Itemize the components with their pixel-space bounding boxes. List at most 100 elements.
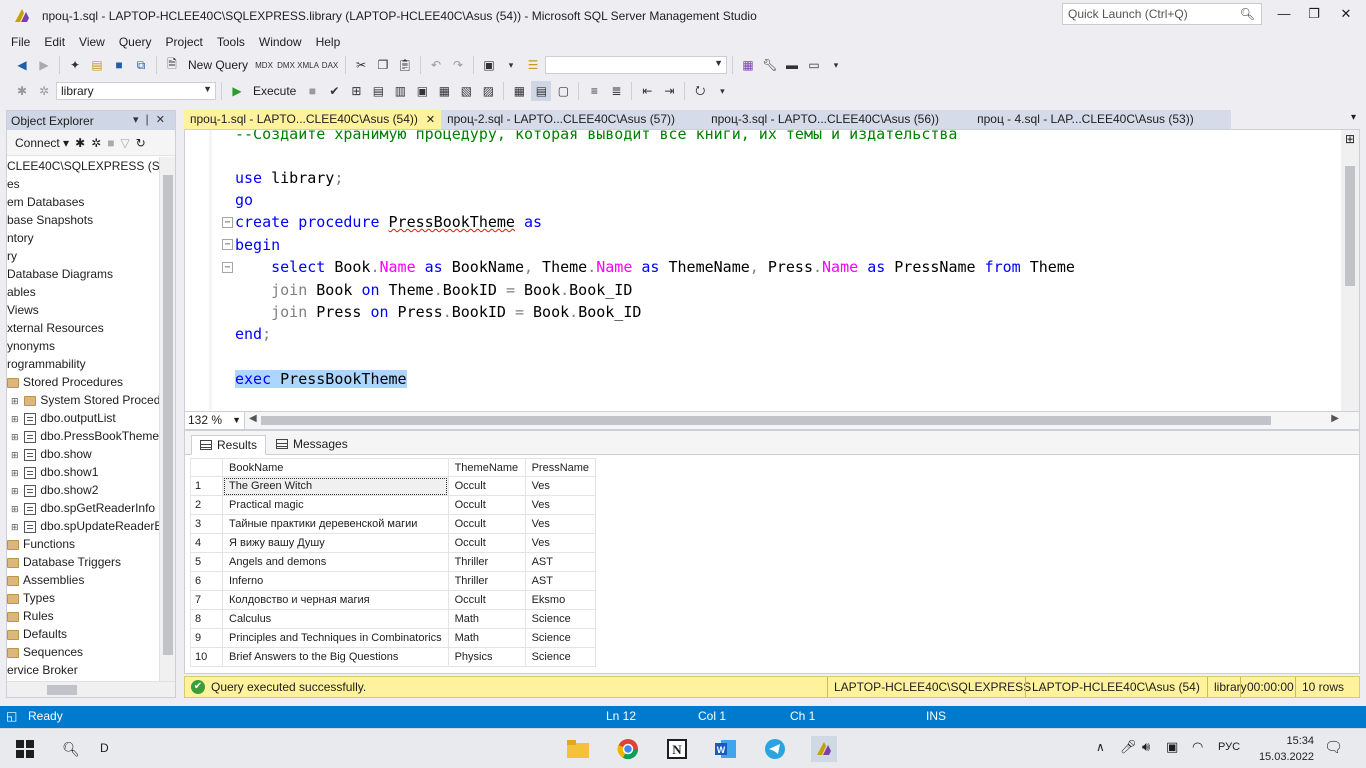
- xmla-query-icon[interactable]: XMLA: [297, 55, 319, 75]
- table-cell[interactable]: Ves: [524, 476, 597, 496]
- filter-icon[interactable]: ▽: [120, 136, 129, 150]
- code-line[interactable]: end;: [235, 323, 271, 345]
- back-icon[interactable]: ◀: [12, 55, 32, 75]
- expand-icon[interactable]: ⊞: [11, 410, 21, 428]
- wrench-icon[interactable]: 🔧︎: [760, 55, 780, 75]
- disconnect-icon[interactable]: ✲: [34, 81, 54, 101]
- tree-node[interactable]: CLEE40C\SQLEXPRESS (SQL S: [7, 157, 159, 175]
- row-number[interactable]: 10: [190, 647, 223, 667]
- column-header[interactable]: PressName: [524, 458, 597, 477]
- dmx-query-icon[interactable]: DMX: [276, 55, 296, 75]
- estimated-plan-icon[interactable]: ⊞: [346, 81, 366, 101]
- table-cell[interactable]: Тайные практики деревенской магии: [222, 514, 449, 534]
- redo-icon[interactable]: ↷: [448, 55, 468, 75]
- tree-node[interactable]: Functions: [7, 535, 159, 553]
- table-cell[interactable]: Science: [524, 647, 597, 667]
- table-cell[interactable]: Occult: [447, 495, 526, 515]
- zoom-select[interactable]: 132 % ▼: [185, 412, 245, 429]
- forward-icon[interactable]: ▶: [34, 55, 54, 75]
- table-cell[interactable]: Practical magic: [222, 495, 449, 515]
- tree-node[interactable]: Database Triggers: [7, 553, 159, 571]
- table-cell[interactable]: Колдовство и черная магия: [222, 590, 449, 610]
- scroll-left-icon[interactable]: ◀: [249, 413, 257, 424]
- menu-file[interactable]: File: [4, 35, 37, 49]
- window-layout-icon[interactable]: ▭: [804, 55, 824, 75]
- row-number[interactable]: 3: [190, 514, 223, 534]
- telegram-icon[interactable]: [762, 736, 788, 762]
- tab-proc-1[interactable]: проц-1.sql - LAPTO...CLEE40C\Asus (54)) ✕: [184, 110, 442, 129]
- cut-icon[interactable]: ✂: [351, 55, 371, 75]
- code-line-selected[interactable]: exec PressBookTheme: [235, 368, 407, 390]
- mdx-query-icon[interactable]: MDX: [254, 55, 274, 75]
- table-cell[interactable]: Thriller: [447, 571, 526, 591]
- execute-button[interactable]: Execute: [249, 84, 300, 98]
- dax-query-icon[interactable]: DAX: [320, 55, 340, 75]
- live-stats-icon[interactable]: ▧: [456, 81, 476, 101]
- collapse-icon[interactable]: −: [222, 217, 233, 228]
- word-icon[interactable]: W: [713, 736, 739, 762]
- table-cell[interactable]: Science: [524, 628, 597, 648]
- copy-icon[interactable]: ❐: [373, 55, 393, 75]
- table-cell[interactable]: Thriller: [447, 552, 526, 572]
- tree-node[interactable]: ⊞ dbo.outputList: [7, 409, 159, 427]
- volume-icon[interactable]: 🔊︎: [1142, 739, 1150, 755]
- results-to-grid-icon[interactable]: ▦: [509, 81, 529, 101]
- expand-icon[interactable]: ⊞: [11, 482, 21, 500]
- save-all-icon[interactable]: ⧉: [131, 55, 151, 75]
- split-window-icon[interactable]: ⊞: [1343, 132, 1357, 146]
- code-line[interactable]: join Press on Press.BookID = Book.Book_I…: [235, 301, 641, 323]
- tree-node[interactable]: ynonyms: [7, 337, 159, 355]
- table-cell[interactable]: Occult: [447, 533, 526, 553]
- tree-node[interactable]: Database Diagrams: [7, 265, 159, 283]
- activity-monitor-icon[interactable]: ▣: [479, 55, 499, 75]
- query-designer-icon[interactable]: ▤: [368, 81, 388, 101]
- tree-node[interactable]: xternal Resources: [7, 319, 159, 337]
- tab-proc-2[interactable]: проц-2.sql - LAPTO...CLEE40C\Asus (57)): [441, 110, 706, 129]
- connect-object-icon[interactable]: ✱: [75, 136, 85, 150]
- find-icon[interactable]: ☰: [523, 55, 543, 75]
- table-cell[interactable]: Occult: [447, 514, 526, 534]
- stop-icon[interactable]: ■: [302, 81, 322, 101]
- quick-launch-input[interactable]: Quick Launch (Ctrl+Q) 🔍︎: [1062, 3, 1262, 25]
- tray-overflow-icon[interactable]: ∧: [1096, 740, 1105, 754]
- table-cell[interactable]: Angels and demons: [222, 552, 449, 572]
- toolbox-icon[interactable]: ▬: [782, 55, 802, 75]
- column-header[interactable]: BookName: [222, 458, 449, 477]
- table-cell[interactable]: Brief Answers to the Big Questions: [222, 647, 449, 667]
- tree-node[interactable]: Types: [7, 589, 159, 607]
- tree-node[interactable]: rogrammability: [7, 355, 159, 373]
- disconnect-object-icon[interactable]: ✲: [91, 136, 101, 150]
- menu-window[interactable]: Window: [252, 35, 309, 49]
- editor-hscrollbar[interactable]: ◀ ▶: [249, 412, 1339, 429]
- specify-values-icon[interactable]: ⭮: [690, 81, 710, 101]
- tree-node[interactable]: Views: [7, 301, 159, 319]
- results-to-text-icon[interactable]: ▥: [390, 81, 410, 101]
- column-header[interactable]: ThemeName: [447, 458, 526, 477]
- table-cell[interactable]: AST: [524, 552, 597, 572]
- tab-messages[interactable]: Messages: [268, 434, 356, 454]
- table-cell[interactable]: The Green Witch: [222, 476, 449, 496]
- tree-node[interactable]: ⊞ dbo.spUpdateReaderB: [7, 517, 159, 535]
- collapse-icon[interactable]: −: [222, 262, 233, 273]
- table-cell[interactable]: Я вижу вашу Душу: [222, 533, 449, 553]
- notification-icon[interactable]: 🗨︎: [1324, 738, 1343, 756]
- menu-edit[interactable]: Edit: [37, 35, 72, 49]
- uncomment-icon[interactable]: ≣: [606, 81, 626, 101]
- table-cell[interactable]: Calculus: [222, 609, 449, 629]
- tab-overflow-icon[interactable]: ▾: [1351, 112, 1356, 123]
- tree-node[interactable]: ry: [7, 247, 159, 265]
- expand-icon[interactable]: ⊞: [11, 518, 21, 536]
- row-number[interactable]: 5: [190, 552, 223, 572]
- chrome-icon[interactable]: [615, 736, 641, 762]
- table-cell[interactable]: Science: [524, 609, 597, 629]
- table-cell[interactable]: Inferno: [222, 571, 449, 591]
- row-number[interactable]: 6: [190, 571, 223, 591]
- decrease-indent-icon[interactable]: ⇤: [637, 81, 657, 101]
- undo-icon[interactable]: ↶: [426, 55, 446, 75]
- scroll-right-icon[interactable]: ▶: [1331, 413, 1339, 424]
- search-icon[interactable]: 🔍︎: [1240, 7, 1255, 21]
- tab-proc-4[interactable]: проц - 4.sql - LAP...CLEE40C\Asus (53)): [971, 110, 1232, 129]
- language-indicator[interactable]: РУС: [1218, 741, 1240, 753]
- comment-icon[interactable]: ≡: [584, 81, 604, 101]
- new-query-icon[interactable]: 🗎︎: [162, 55, 182, 75]
